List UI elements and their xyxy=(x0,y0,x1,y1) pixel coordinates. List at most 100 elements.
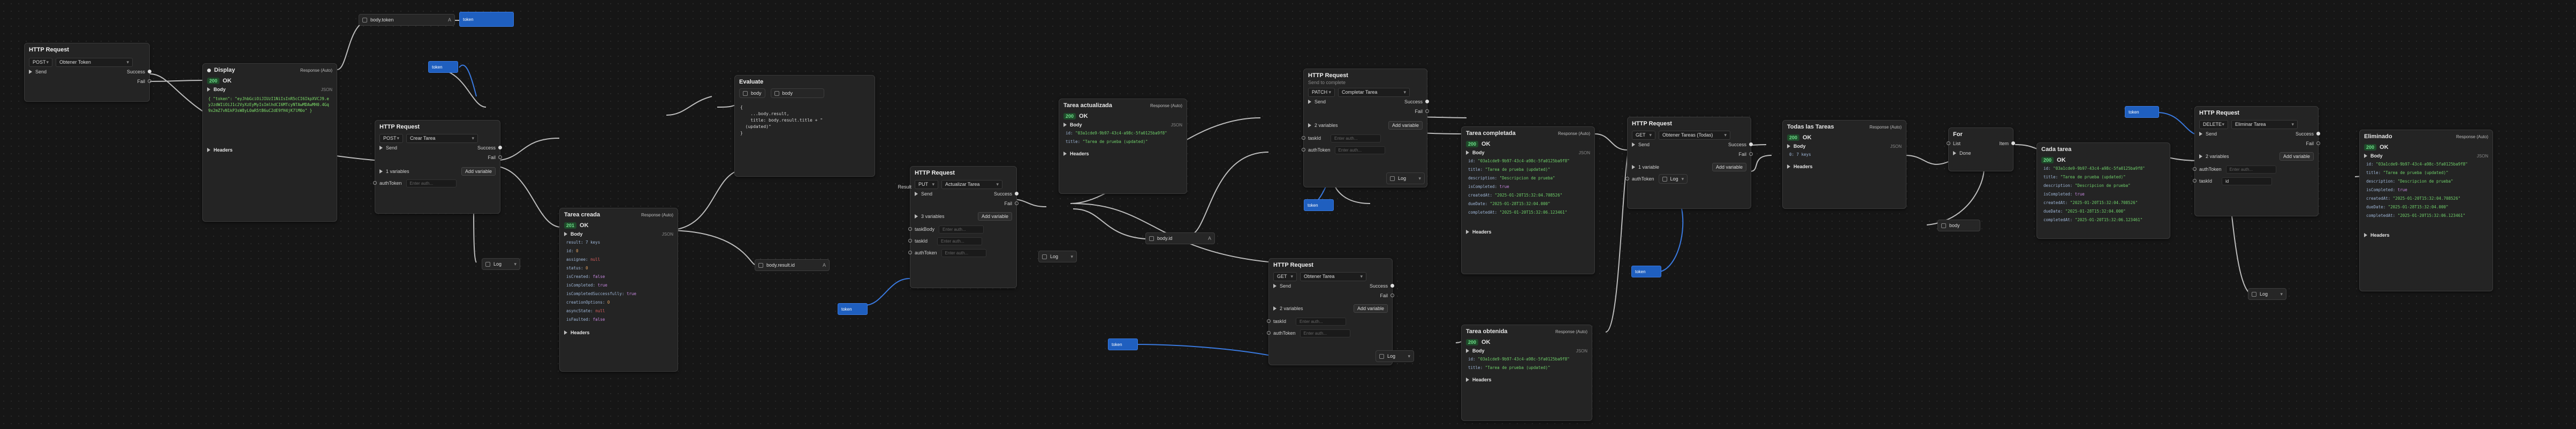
task-completed-node[interactable]: Tarea completada Response (Auto) 200 OK Bo… xyxy=(1461,126,1595,274)
method-select[interactable]: DELETE xyxy=(2199,119,2228,129)
auth-pin[interactable] xyxy=(908,251,912,254)
response-mode-select[interactable]: Response (Auto) xyxy=(641,213,673,217)
log-node[interactable]: Log ▾ xyxy=(1038,251,1077,262)
dropdown-icon[interactable]: ▾ xyxy=(1682,176,1684,182)
task-id-pin[interactable] xyxy=(1267,319,1271,323)
each-task-node[interactable]: Cada tarea 200 OK id: "03a1cde9-9b97-43c4… xyxy=(2037,142,2170,239)
collapse-icon[interactable] xyxy=(207,148,210,152)
delete-task-request-node[interactable]: HTTP Request DELETEEliminar Tarea Send Su… xyxy=(2193,106,2320,216)
response-mode-select[interactable]: Response (Auto) xyxy=(1150,103,1182,108)
task-updated-node[interactable]: Tarea actualizada Response (Auto) 200 OK B… xyxy=(1059,99,1187,194)
token-variable[interactable]: token xyxy=(1108,338,1138,350)
method-select[interactable]: PATCH xyxy=(1308,87,1335,97)
action-select[interactable]: Eliminar Tarea xyxy=(2231,119,2298,129)
log-node[interactable]: Log ▾ xyxy=(1376,350,1414,362)
update-task-request-node[interactable]: HTTP Request PUTActualizar Tarea Send Suc… xyxy=(908,166,1019,288)
fail-pin[interactable] xyxy=(1749,152,1753,156)
body-format[interactable]: JSON xyxy=(1579,150,1590,155)
token-variable[interactable]: token xyxy=(2125,106,2159,118)
success-pin[interactable] xyxy=(148,70,151,73)
evaluate-node[interactable]: Evaluate body body { ...body.result, titl… xyxy=(734,75,875,177)
log-node[interactable]: Log ▾ xyxy=(482,258,520,270)
task-id-pin[interactable] xyxy=(2193,179,2197,183)
fail-pin[interactable] xyxy=(1390,293,1394,297)
action-select[interactable]: Crear Tarea xyxy=(406,133,478,143)
send-label[interactable]: Send xyxy=(1314,99,1326,104)
auth-pin[interactable] xyxy=(2193,167,2197,171)
response-mode-select[interactable]: Response (Auto) xyxy=(1558,131,1590,136)
variables-toggle-icon[interactable] xyxy=(915,214,918,219)
item-pin[interactable] xyxy=(2011,141,2015,145)
send-label[interactable]: Send xyxy=(35,69,47,74)
add-variable-button[interactable]: Add variable xyxy=(977,212,1012,221)
method-select[interactable]: GET xyxy=(1632,130,1655,140)
input-pin[interactable] xyxy=(207,68,211,72)
auth-input[interactable]: Enter auth... xyxy=(1334,146,1385,154)
add-variable-button[interactable]: Add variable xyxy=(461,167,496,176)
token-variable[interactable]: token xyxy=(1304,199,1334,211)
get-all-tasks-request-node[interactable]: HTTP Request GET Obtener Tareas (Todas) S… xyxy=(1625,117,1753,209)
response-mode-select[interactable]: Response (Auto) xyxy=(1870,125,1902,130)
collapse-icon[interactable] xyxy=(1063,152,1067,156)
auth-pin[interactable] xyxy=(1302,148,1305,152)
deleted-node[interactable]: Eliminado Response (Auto) 200 OK Body JSON … xyxy=(2359,130,2493,291)
action-select[interactable]: Obtener Token xyxy=(56,57,133,67)
body-format[interactable]: JSON xyxy=(1171,123,1182,127)
complete-task-request-node[interactable]: HTTP Request Send to complete PATCHCompl… xyxy=(1302,69,1429,187)
add-variable-button[interactable]: Add variable xyxy=(1388,121,1423,130)
array-item[interactable]: 0: 7 keys xyxy=(1783,150,1906,159)
fail-pin[interactable] xyxy=(1015,201,1019,205)
log-node[interactable]: Log ▾ xyxy=(2248,288,2286,300)
success-pin[interactable] xyxy=(1390,284,1394,288)
task-id-input[interactable]: Enter auth... xyxy=(1296,317,1347,326)
body-result-id-chip[interactable]: body.result.id A xyxy=(755,259,830,271)
collapse-icon[interactable] xyxy=(1787,144,1790,148)
list-pin[interactable] xyxy=(1947,141,1950,145)
create-task-request-node[interactable]: HTTP Request POSTCrear Tarea Send Success… xyxy=(373,120,502,214)
collapse-icon[interactable] xyxy=(564,232,567,236)
collapse-icon[interactable] xyxy=(1466,349,1469,353)
action-select[interactable]: Obtener Tarea xyxy=(1300,272,1366,281)
send-label[interactable]: Send xyxy=(921,191,932,197)
auth-pin[interactable] xyxy=(373,181,377,185)
result-object[interactable]: result: 7 keys xyxy=(560,238,678,247)
response-mode-select[interactable]: Response (Auto) xyxy=(300,68,332,73)
task-id-value[interactable]: id xyxy=(2222,177,2273,185)
auth-pin[interactable] xyxy=(1625,177,1629,180)
fail-pin[interactable] xyxy=(1425,109,1429,113)
log-node[interactable]: Log ▾ xyxy=(1386,172,1425,184)
body-id-chip[interactable]: body.id A xyxy=(1145,232,1215,244)
field-chip[interactable]: body xyxy=(770,88,824,98)
code-editor[interactable]: { ...body.result, title: body.result.tit… xyxy=(735,102,875,139)
collapse-icon[interactable] xyxy=(1466,150,1469,155)
variables-toggle-icon[interactable] xyxy=(1632,165,1635,169)
token-variable[interactable]: token xyxy=(838,303,868,315)
method-select[interactable]: POST xyxy=(379,133,403,143)
body-format[interactable]: JSON xyxy=(321,87,332,92)
auth-input[interactable]: Enter auth... xyxy=(2225,165,2276,174)
method-select[interactable]: POST xyxy=(29,57,52,67)
collapse-icon[interactable] xyxy=(1063,123,1067,127)
body-format[interactable]: JSON xyxy=(1576,349,1587,353)
token-variable[interactable]: token xyxy=(1631,266,1661,277)
collapse-icon[interactable] xyxy=(1466,378,1469,382)
success-pin[interactable] xyxy=(1015,192,1019,195)
task-body-input[interactable]: Enter auth... xyxy=(939,225,984,234)
body-token-chip[interactable]: body.token A xyxy=(359,14,455,26)
task-id-pin[interactable] xyxy=(908,239,912,243)
task-body-pin[interactable] xyxy=(908,227,912,231)
display-node[interactable]: Display Response (Auto) 200 OK Body JSON { … xyxy=(202,63,337,222)
body-format[interactable]: JSON xyxy=(662,232,673,237)
success-pin[interactable] xyxy=(498,146,502,149)
task-created-node[interactable]: Tarea creada Response (Auto) 201 OK Body JS… xyxy=(559,208,678,372)
get-token-node[interactable]: HTTP Request POST Obtener Token Send Succ… xyxy=(24,43,151,102)
success-pin[interactable] xyxy=(1749,142,1753,146)
fail-pin[interactable] xyxy=(2316,141,2320,145)
token-variable[interactable]: token xyxy=(428,61,458,73)
auth-input[interactable]: Enter auth... xyxy=(406,179,457,187)
success-pin[interactable] xyxy=(2316,132,2320,136)
send-label[interactable]: Send xyxy=(2206,131,2217,137)
fail-pin[interactable] xyxy=(498,155,502,159)
dropdown-icon[interactable]: ▾ xyxy=(1070,254,1073,260)
auth-pin[interactable] xyxy=(1267,331,1271,335)
